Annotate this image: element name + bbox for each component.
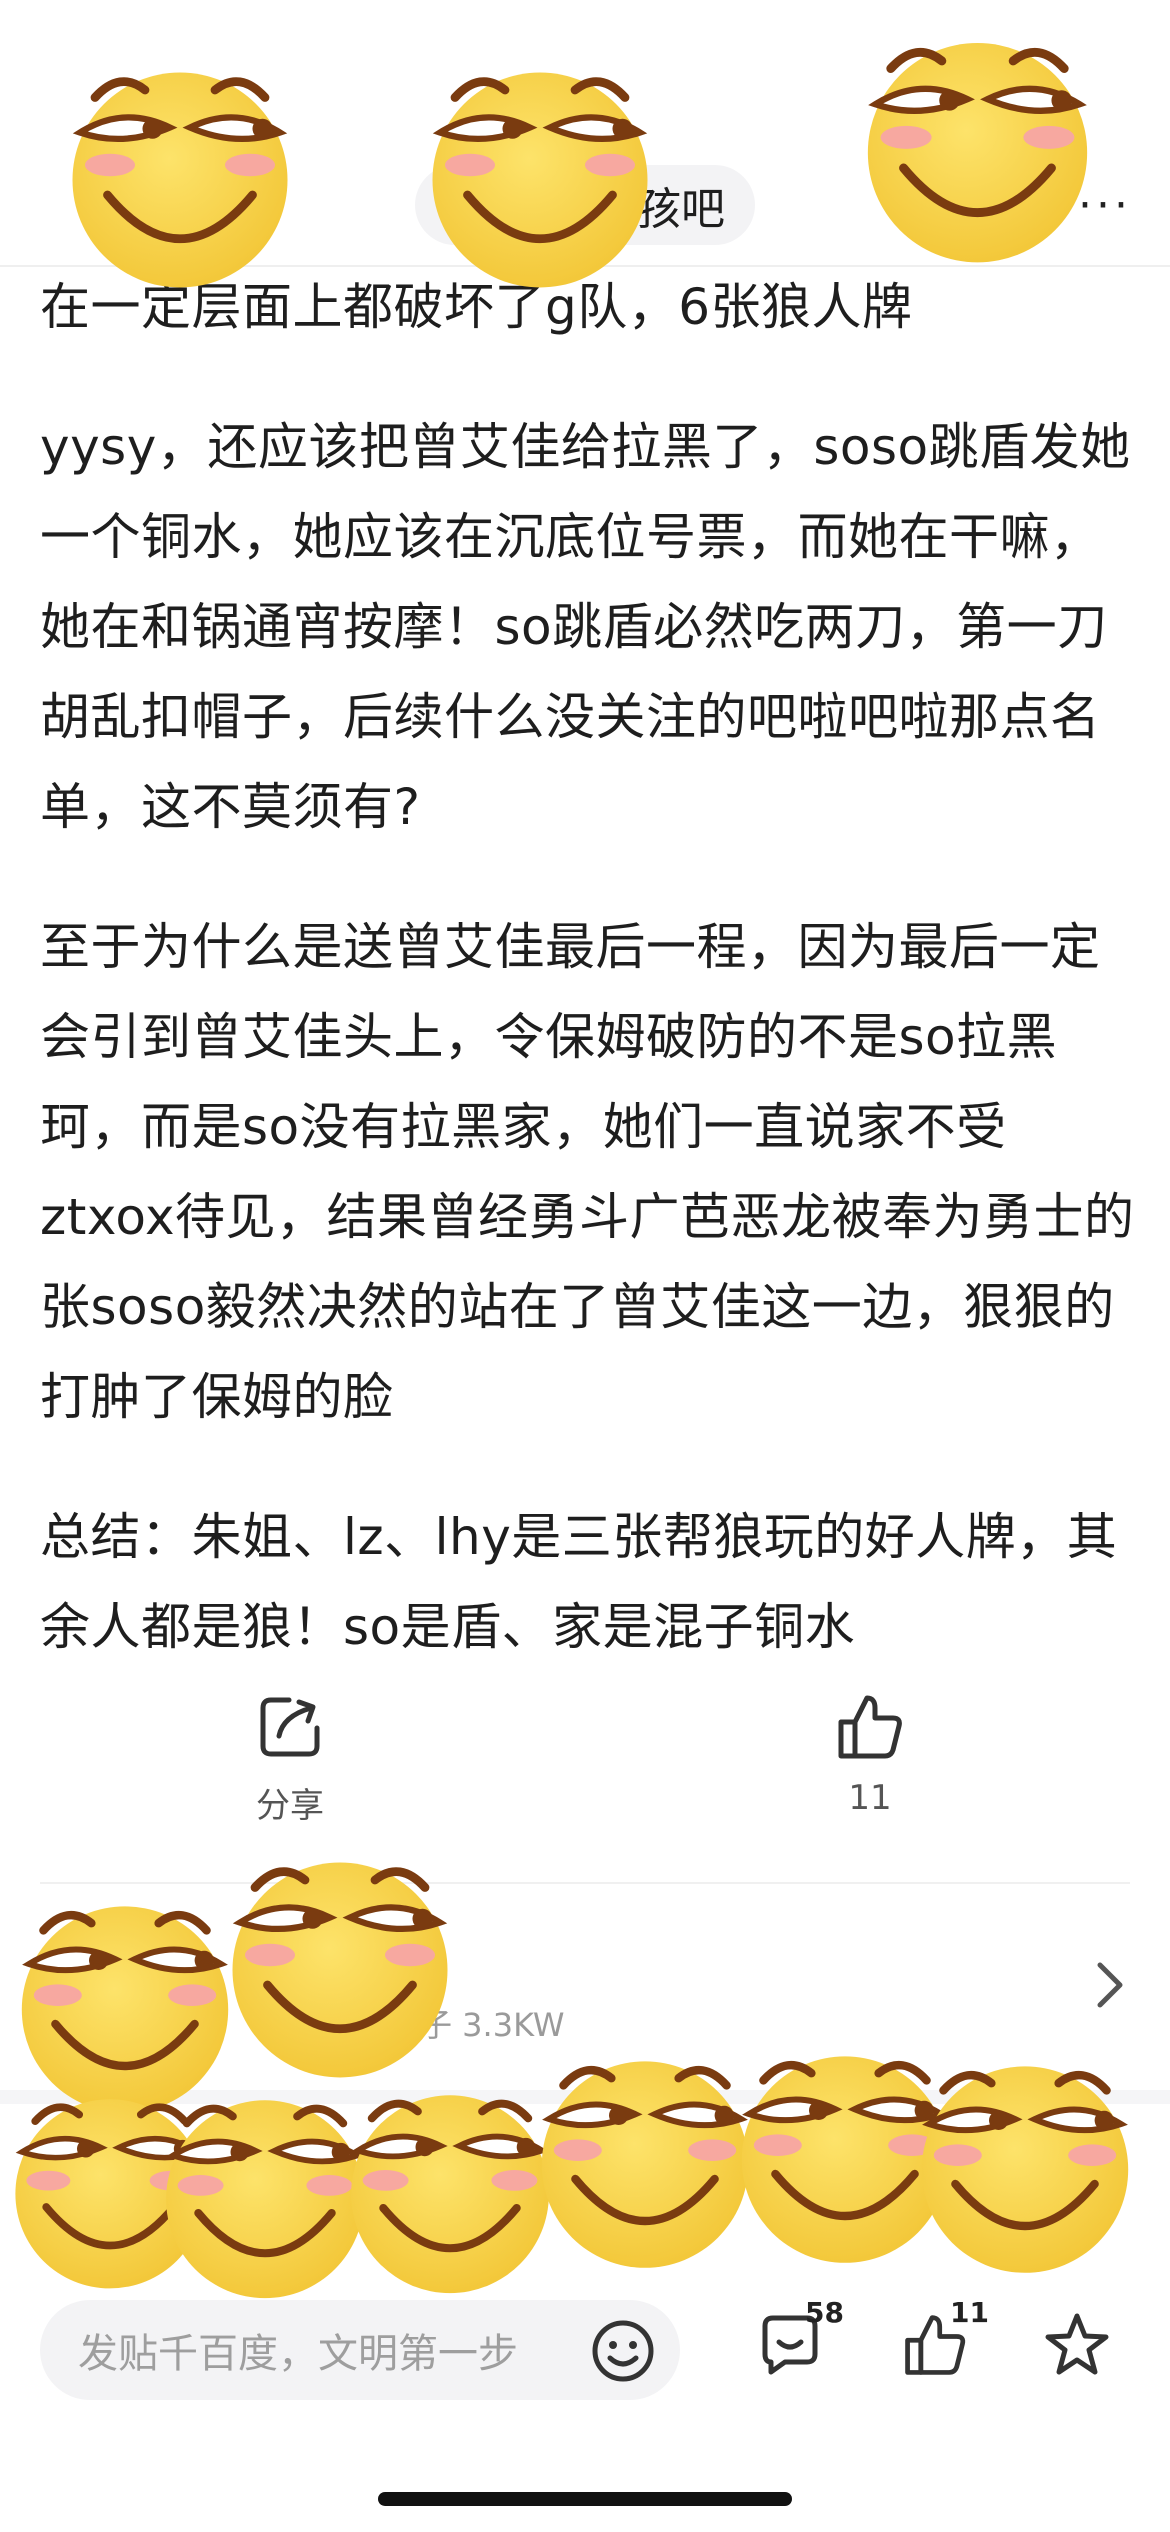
bottom-like-button[interactable]: 11 [900,2296,989,2384]
home-indicator [378,2492,792,2506]
post-paragraph-4: 总结：朱姐、lz、lhy是三张帮狼玩的好人牌，其余人都是狼！so是盾、家是混子铜… [40,1508,1118,1656]
like-count: 11 [848,1778,892,1818]
post-content: 在一定层面上都破坏了g队，6张狼人牌 yysy，还应该把曾艾佳给拉黑了，soso… [40,262,1140,1722]
comment-count: 58 [805,2296,844,2329]
post-paragraph-3: 至于为什么是送曾艾佳最后一程，因为最后一定会引到曾艾佳头上，令保姆破防的不是so… [40,918,1135,1426]
share-label: 分享 [256,1786,324,1826]
smirk-emoji-sticker [215,1835,465,2085]
post-paragraph-2: yysy，还应该把曾艾佳给拉黑了，soso跳盾发她一个铜水，她应该在沉底位号票，… [40,418,1131,836]
smirk-emoji-sticker [415,45,665,295]
smirk-emoji-sticker [55,45,305,295]
reply-input[interactable]: 发贴千百度，文明第一步 [40,2300,680,2400]
smirk-emoji-sticker [850,15,1105,270]
chevron-right-icon [1097,1962,1123,2008]
star-icon [1045,2313,1109,2375]
favorite-button[interactable] [1042,2310,1112,2384]
bottom-like-count: 11 [950,2296,989,2329]
comment-button[interactable]: 58 [755,2296,844,2384]
emoji-icon[interactable] [590,2318,656,2384]
smirk-emoji-sticker [905,2040,1145,2280]
bottom-bar: 发贴千百度，文明第一步 58 11 [0,2270,1170,2532]
reply-placeholder: 发贴千百度，文明第一步 [78,2331,518,2377]
